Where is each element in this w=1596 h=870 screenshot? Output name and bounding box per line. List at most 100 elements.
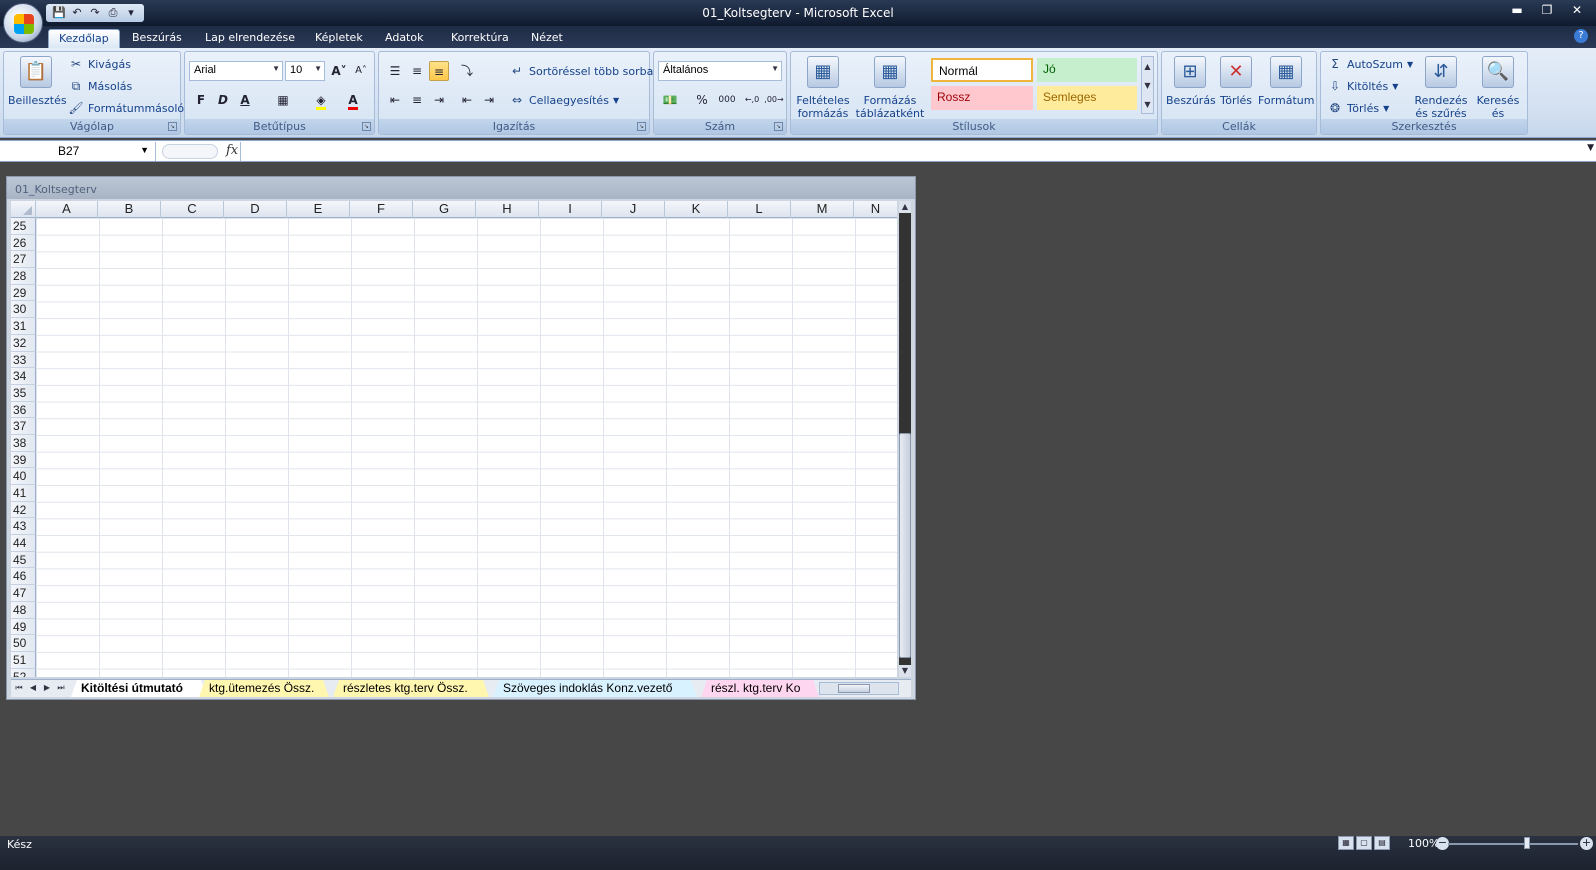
font-color-button[interactable]: A [343, 90, 363, 110]
align-middle-button[interactable]: ≡ [407, 61, 427, 81]
paste-button[interactable]: 📋 Beillesztés [8, 56, 67, 107]
column-header-g[interactable]: G [413, 201, 476, 218]
first-sheet-icon[interactable]: ⏮ [13, 682, 25, 694]
column-header-h[interactable]: H [476, 201, 539, 218]
column-header-l[interactable]: L [728, 201, 791, 218]
row-header-39[interactable]: 39 [11, 451, 36, 469]
column-header-i[interactable]: I [539, 201, 602, 218]
row-header-43[interactable]: 43 [11, 518, 36, 536]
clipboard-launcher-icon[interactable]: ↘ [168, 122, 177, 131]
column-header-f[interactable]: F [350, 201, 413, 218]
row-header-32[interactable]: 32 [11, 334, 36, 352]
sheet-tab[interactable]: ktg.ütemezés Össz. [199, 680, 329, 697]
thousands-button[interactable]: 000 [714, 90, 740, 110]
format-as-table-button[interactable]: ▦ Formázás táblázatként [853, 56, 927, 120]
row-header-41[interactable]: 41 [11, 485, 36, 502]
minimize-button[interactable]: ▬ [1506, 2, 1528, 18]
number-launcher-icon[interactable]: ↘ [774, 122, 783, 131]
font-launcher-icon[interactable]: ↘ [362, 122, 371, 131]
normal-view-button[interactable]: ▦ [1338, 836, 1354, 850]
row-header-28[interactable]: 28 [11, 268, 36, 285]
align-left-button[interactable]: ⇤ [385, 90, 405, 110]
clear-button[interactable]: ❂ Törlés ▼ [1327, 98, 1389, 118]
bold-button[interactable]: F [191, 90, 211, 110]
horizontal-scrollbar[interactable] [819, 682, 899, 695]
underline-button[interactable]: A [235, 90, 255, 110]
autosum-button[interactable]: Σ AutoSzum ▼ [1327, 54, 1413, 74]
row-header-40[interactable]: 40 [11, 468, 36, 485]
delete-cells-button[interactable]: ✕ Törlés [1214, 56, 1258, 107]
sheet-tab[interactable]: részletes ktg.terv Össz. [333, 680, 489, 697]
expand-formula-bar-icon[interactable]: ▼ [1587, 143, 1594, 153]
column-header-e[interactable]: E [287, 201, 350, 218]
next-sheet-icon[interactable]: ▶ [41, 682, 53, 694]
align-right-button[interactable]: ⇥ [429, 90, 449, 110]
scroll-down-icon[interactable]: ▼ [899, 665, 911, 677]
fill-color-button[interactable]: ◈ [311, 90, 331, 110]
row-header-37[interactable]: 37 [11, 418, 36, 435]
row-header-45[interactable]: 45 [11, 551, 36, 569]
increase-indent-button[interactable]: ⇥ [479, 90, 499, 110]
column-header-k[interactable]: K [665, 201, 728, 218]
row-header-36[interactable]: 36 [11, 401, 36, 419]
cut-button[interactable]: ✂ Kivágás [68, 54, 131, 74]
row-header-26[interactable]: 26 [11, 234, 36, 252]
page-break-view-button[interactable]: ▤ [1374, 836, 1390, 850]
shrink-font-button[interactable]: A˄ [351, 61, 371, 81]
prev-sheet-icon[interactable]: ◀ [27, 682, 39, 694]
orientation-button[interactable]: ⤵ [457, 61, 477, 81]
fill-button[interactable]: ⇩ Kitöltés ▼ [1327, 76, 1398, 96]
row-header-52[interactable]: 52 [11, 668, 36, 677]
horizontal-scroll-thumb[interactable] [838, 684, 870, 693]
accounting-format-button[interactable]: 💵 [660, 90, 680, 110]
align-top-button[interactable]: ☰ [385, 61, 405, 81]
styles-gallery-scroll[interactable]: ▲ ▼ ▼ [1141, 56, 1154, 114]
customize-qat-icon[interactable]: ▾ [124, 6, 138, 20]
zoom-in-icon[interactable]: + [1580, 837, 1593, 850]
font-size-select[interactable]: 10 ▼ [285, 61, 325, 81]
decrease-decimal-button[interactable]: ,00→ [764, 90, 784, 110]
row-header-49[interactable]: 49 [11, 618, 36, 636]
column-header-j[interactable]: J [602, 201, 665, 218]
decrease-indent-button[interactable]: ⇤ [457, 90, 477, 110]
cell-area[interactable] [36, 218, 897, 677]
style-normal[interactable]: Normál [931, 58, 1033, 82]
percent-button[interactable]: % [692, 90, 712, 110]
column-header-d[interactable]: D [224, 201, 287, 218]
row-header-42[interactable]: 42 [11, 501, 36, 519]
vertical-scroll-thumb[interactable] [899, 433, 911, 658]
style-bad[interactable]: Rossz [931, 86, 1033, 110]
tab-lap-elrendezese[interactable]: Lap elrendezése [195, 29, 305, 48]
sheet-tab[interactable]: részl. ktg.terv Ko [701, 680, 819, 697]
vertical-scrollbar[interactable]: ▲ ▼ [899, 201, 911, 677]
zoom-slider-thumb[interactable] [1524, 837, 1530, 849]
print-preview-icon[interactable]: ⎙ [106, 6, 120, 20]
formula-input[interactable] [240, 142, 1580, 161]
row-header-35[interactable]: 35 [11, 384, 36, 402]
sheet-tab[interactable]: Szöveges indoklás Konz.vezető [493, 680, 697, 697]
row-header-29[interactable]: 29 [11, 284, 36, 302]
row-header-31[interactable]: 31 [11, 318, 36, 335]
format-cells-button[interactable]: ▦ Formátum [1258, 56, 1314, 107]
row-header-44[interactable]: 44 [11, 535, 36, 552]
select-all-button[interactable] [11, 201, 36, 218]
increase-decimal-button[interactable]: ←,0 [742, 90, 762, 110]
sheet-tab[interactable]: Kitöltési útmutató [71, 680, 207, 697]
scroll-up-icon[interactable]: ▲ [899, 201, 911, 213]
row-header-46[interactable]: 46 [11, 568, 36, 586]
italic-button[interactable]: D [213, 90, 233, 110]
number-format-select[interactable]: Általános ▼ [658, 61, 782, 81]
row-header-51[interactable]: 51 [11, 651, 36, 669]
help-icon[interactable]: ? [1574, 29, 1588, 43]
column-header-c[interactable]: C [161, 201, 224, 218]
tab-kezdolap[interactable]: Kezdőlap [48, 29, 120, 48]
alignment-launcher-icon[interactable]: ↘ [637, 122, 646, 131]
row-header-25[interactable]: 25 [11, 218, 36, 235]
grow-font-button[interactable]: A˅ [329, 61, 349, 81]
zoom-slider[interactable] [1448, 843, 1578, 845]
column-header-a[interactable]: A [36, 201, 98, 218]
row-header-48[interactable]: 48 [11, 601, 36, 619]
restore-button[interactable]: ❐ [1536, 2, 1558, 18]
font-name-select[interactable]: Arial ▼ [189, 61, 283, 81]
borders-button[interactable]: ▦ [273, 90, 293, 110]
